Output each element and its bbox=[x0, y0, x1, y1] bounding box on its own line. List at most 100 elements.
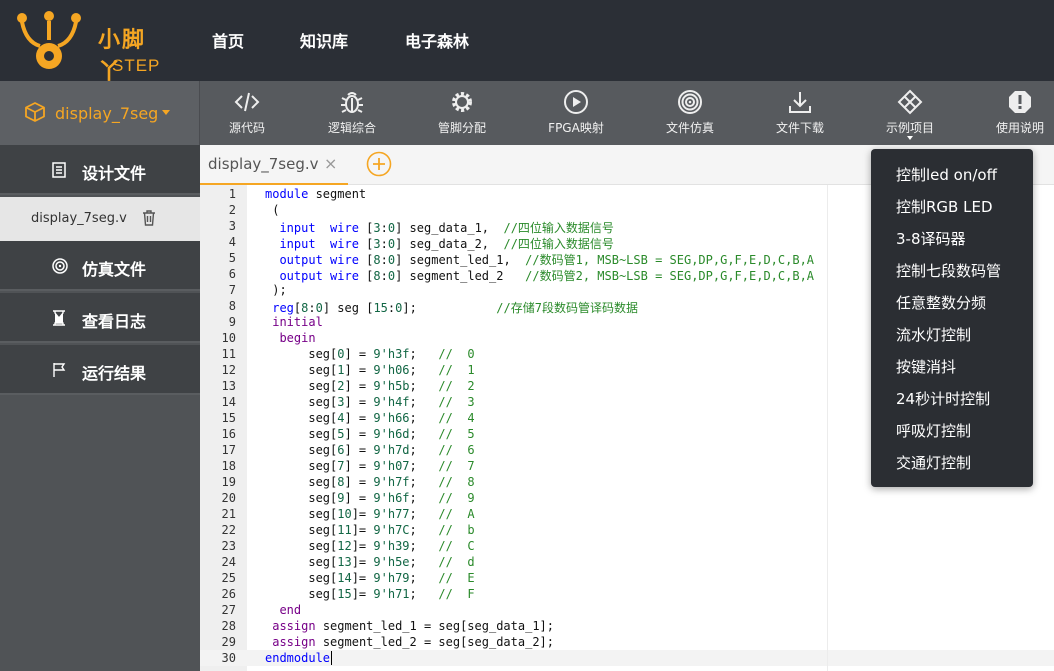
print-margin bbox=[827, 185, 828, 671]
example-item[interactable]: 流水灯控制 bbox=[896, 324, 971, 345]
example-item[interactable]: 3-8译码器 bbox=[896, 228, 966, 249]
line-number: 3 bbox=[228, 219, 236, 233]
sidebar-item-label: 查看日志 bbox=[82, 312, 147, 331]
tool-label: 管脚分配 bbox=[437, 121, 486, 135]
tool-help[interactable]: 使用说明 bbox=[970, 81, 1054, 145]
line-number: 23 bbox=[221, 539, 236, 553]
logo[interactable]: 小脚丫 STEP bbox=[14, 10, 164, 85]
line-number: 6 bbox=[228, 267, 236, 281]
tool-label: 文件下载 bbox=[775, 121, 824, 135]
tool-source-code[interactable]: 源代码 bbox=[197, 81, 297, 145]
line-number: 12 bbox=[221, 363, 236, 377]
nav-home[interactable]: 首页 bbox=[212, 28, 244, 52]
line-number: 5 bbox=[228, 251, 236, 265]
line-number: 22 bbox=[221, 523, 236, 537]
code-line: begin bbox=[279, 331, 316, 345]
line-number: 18 bbox=[221, 459, 236, 473]
frog-logo-icon bbox=[17, 11, 81, 69]
diamond-grid-icon bbox=[897, 89, 923, 115]
code-line: seg[15]= 9'h71; // F bbox=[265, 587, 475, 601]
tool-label: 示例项目 bbox=[885, 121, 934, 135]
example-item[interactable]: 控制RGB LED bbox=[896, 196, 993, 217]
nav-eforest[interactable]: 电子森林 bbox=[405, 28, 469, 52]
code-line: seg[2] = 9'h5b; // 2 bbox=[265, 379, 475, 393]
sidebar-item-sim-files[interactable]: 仿真文件 bbox=[0, 241, 200, 291]
line-number: 20 bbox=[221, 491, 236, 505]
example-item[interactable]: 控制七段数码管 bbox=[896, 260, 1001, 281]
line-number: 13 bbox=[221, 379, 236, 393]
tool-label: 使用说明 bbox=[995, 121, 1044, 135]
add-tab-icon[interactable] bbox=[366, 151, 392, 177]
code-line: end bbox=[279, 603, 302, 617]
code-line: assign segment_led_2 = seg[seg_data_2]; bbox=[272, 635, 555, 649]
line-number: 15 bbox=[221, 411, 236, 425]
line-number: 30 bbox=[221, 651, 236, 665]
code-line: seg[8] = 9'h7f; // 8 bbox=[265, 475, 475, 489]
line-number: 21 bbox=[221, 507, 236, 521]
code-line: output wire [8:0] segment_led_1, //数码管1,… bbox=[279, 253, 815, 267]
logo-text: 小脚丫 bbox=[98, 28, 147, 85]
tool-simulation[interactable]: 文件仿真 bbox=[640, 81, 740, 145]
hourglass-icon bbox=[53, 310, 65, 326]
trash-icon[interactable] bbox=[142, 210, 156, 226]
tool-pin-assign[interactable]: 管脚分配 bbox=[412, 81, 512, 145]
line-number: 8 bbox=[228, 299, 236, 313]
tool-download[interactable]: 文件下载 bbox=[750, 81, 850, 145]
sidebar-item-log[interactable]: 查看日志 bbox=[0, 293, 200, 343]
code-line: seg[14]= 9'h79; // E bbox=[265, 571, 475, 585]
code-line: seg[9] = 9'h6f; // 9 bbox=[265, 491, 475, 505]
line-number: 29 bbox=[221, 635, 236, 649]
sidebar-item-label: 设计文件 bbox=[82, 164, 147, 183]
project-selector[interactable]: display_7seg bbox=[0, 81, 200, 145]
sidebar-item-results[interactable]: 运行结果 bbox=[0, 345, 200, 395]
tool-synthesis[interactable]: 逻辑综合 bbox=[302, 81, 402, 145]
code-line: seg[10]= 9'h77; // A bbox=[265, 507, 475, 521]
line-number: 16 bbox=[221, 427, 236, 441]
code-line: module segment bbox=[265, 187, 367, 201]
code-line: input wire [3:0] seg_data_1, //四位输入数据信号 bbox=[279, 221, 614, 235]
line-number: 11 bbox=[221, 347, 236, 361]
target-icon bbox=[52, 258, 68, 274]
example-item[interactable]: 按键消抖 bbox=[896, 356, 956, 377]
top-header: 小脚丫 STEP 首页 知识库 电子森林 bbox=[0, 0, 1054, 85]
tab-display-7seg[interactable]: display_7seg.v × bbox=[200, 145, 348, 185]
line-number: 10 bbox=[221, 331, 236, 345]
sidebar: 设计文件 display_7seg.v 仿真文件 查看日志 运行结果 bbox=[0, 145, 200, 671]
tool-examples[interactable]: 示例项目 bbox=[860, 81, 960, 145]
tool-fpga-map[interactable]: FPGA映射 bbox=[526, 81, 626, 145]
code-line: seg[1] = 9'h06; // 1 bbox=[265, 363, 475, 377]
sidebar-item-label: 运行结果 bbox=[82, 364, 147, 383]
file-item[interactable]: display_7seg.v bbox=[0, 197, 200, 241]
download-icon bbox=[789, 92, 811, 113]
tool-label: 逻辑综合 bbox=[327, 121, 376, 135]
code-line: seg[6] = 9'h7d; // 6 bbox=[265, 443, 475, 457]
flag-icon bbox=[53, 363, 66, 377]
code-line: reg[8:0] seg [15:0]; //存储7段数码管译码数据 bbox=[272, 301, 638, 315]
examples-dropdown: 控制led on/off 控制RGB LED 3-8译码器 控制七段数码管 任意… bbox=[871, 149, 1033, 487]
line-number: 1 bbox=[228, 187, 236, 201]
sidebar-item-label: 仿真文件 bbox=[82, 260, 147, 279]
line-number: 17 bbox=[221, 443, 236, 457]
example-item[interactable]: 交通灯控制 bbox=[896, 452, 971, 473]
code-line: seg[12]= 9'h39; // C bbox=[265, 539, 475, 553]
example-item[interactable]: 任意整数分频 bbox=[896, 292, 986, 313]
alert-icon bbox=[1009, 91, 1031, 113]
tab-label: display_7seg.v bbox=[208, 155, 319, 173]
example-item[interactable]: 控制led on/off bbox=[896, 164, 997, 185]
close-icon[interactable]: × bbox=[324, 154, 337, 173]
project-name: display_7seg bbox=[55, 104, 159, 123]
code-line: initial bbox=[272, 315, 323, 329]
bug-icon bbox=[341, 92, 363, 113]
nav-knowledge[interactable]: 知识库 bbox=[300, 28, 348, 52]
code-line: seg[7] = 9'h07; // 7 bbox=[265, 459, 475, 473]
line-number: 28 bbox=[221, 619, 236, 633]
tool-label: FPGA映射 bbox=[548, 121, 604, 135]
sidebar-item-design-files[interactable]: 设计文件 bbox=[0, 145, 200, 195]
example-item[interactable]: 呼吸灯控制 bbox=[896, 420, 971, 441]
code-line: seg[5] = 9'h6d; // 5 bbox=[265, 427, 475, 441]
code-line: seg[11]= 9'h7C; // b bbox=[265, 523, 475, 537]
line-number: 24 bbox=[221, 555, 236, 569]
code-line: ( bbox=[265, 203, 280, 217]
example-item[interactable]: 24秒计时控制 bbox=[896, 388, 990, 409]
caret-down-icon bbox=[907, 136, 913, 140]
